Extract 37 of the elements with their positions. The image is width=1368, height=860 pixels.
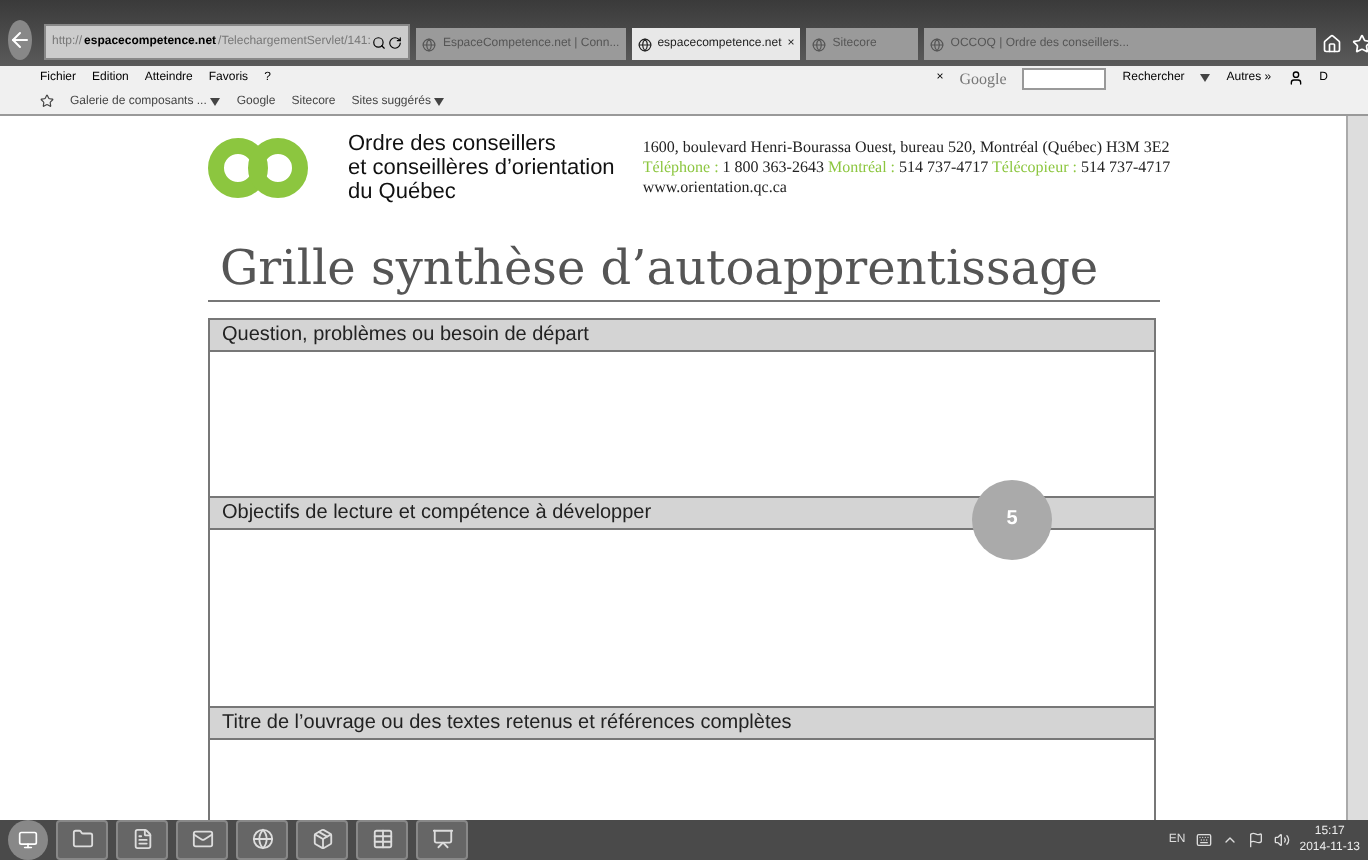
taskbar-app-icon[interactable]: [236, 819, 288, 860]
keyboard-icon[interactable]: [1195, 831, 1212, 848]
section-header: Question, problèmes ou besoin de départ: [210, 317, 1154, 352]
taskbar-app-icon[interactable]: [416, 819, 468, 860]
caret-icon[interactable]: [210, 97, 221, 106]
flag-icon[interactable]: [1247, 831, 1264, 848]
taskbar-app-icon[interactable]: [116, 819, 168, 860]
caret-icon[interactable]: [1200, 74, 1211, 83]
address-text: 1600, boulevard Henri-Bourassa Ouest, bureau 520, Montréal (Québec) H3M 3E2: [642, 137, 1171, 158]
taskbar-app-icon[interactable]: [356, 819, 408, 860]
start-button[interactable]: [8, 819, 48, 860]
globe-icon: [930, 37, 945, 52]
volume-icon[interactable]: [1273, 831, 1290, 848]
section-header: Titre de l’ouvrage ou des textes retenus et références complètes: [210, 705, 1154, 740]
taskbar-app-icon[interactable]: [56, 819, 108, 860]
back-button[interactable]: [8, 20, 32, 61]
contact-line: Téléphone : 1 800 363-2643 Montréal : 514 737-4717 Télécopieur : 514 737-4717: [642, 157, 1171, 178]
search-icon[interactable]: [372, 35, 387, 50]
organization-name: Ordre des conseillers et conseillères d’orientation du Québec: [348, 131, 615, 204]
globe-icon: [637, 37, 652, 52]
refresh-icon[interactable]: [388, 35, 403, 50]
star-icon[interactable]: [40, 94, 54, 109]
document-title: Grille synthèse d’autoapprentissage: [208, 211, 1160, 302]
page-number-badge: 5: [972, 479, 1052, 560]
logo-icon: [208, 135, 308, 200]
search-field[interactable]: [1022, 67, 1107, 90]
website-link[interactable]: www.orientation.qc.ca: [642, 177, 1171, 198]
caret-icon[interactable]: [434, 97, 445, 106]
search-engine-label: Google: [959, 69, 1007, 88]
scrollbar[interactable]: [1346, 115, 1368, 820]
back-arrow-icon[interactable]: [8, 28, 32, 53]
home-icon[interactable]: [1322, 34, 1343, 55]
globe-icon: [812, 37, 827, 52]
globe-icon: [422, 37, 437, 52]
user-icon[interactable]: [1287, 70, 1304, 87]
taskbar-app-icon[interactable]: [176, 819, 228, 860]
taskbar-app-icon[interactable]: [296, 819, 348, 860]
